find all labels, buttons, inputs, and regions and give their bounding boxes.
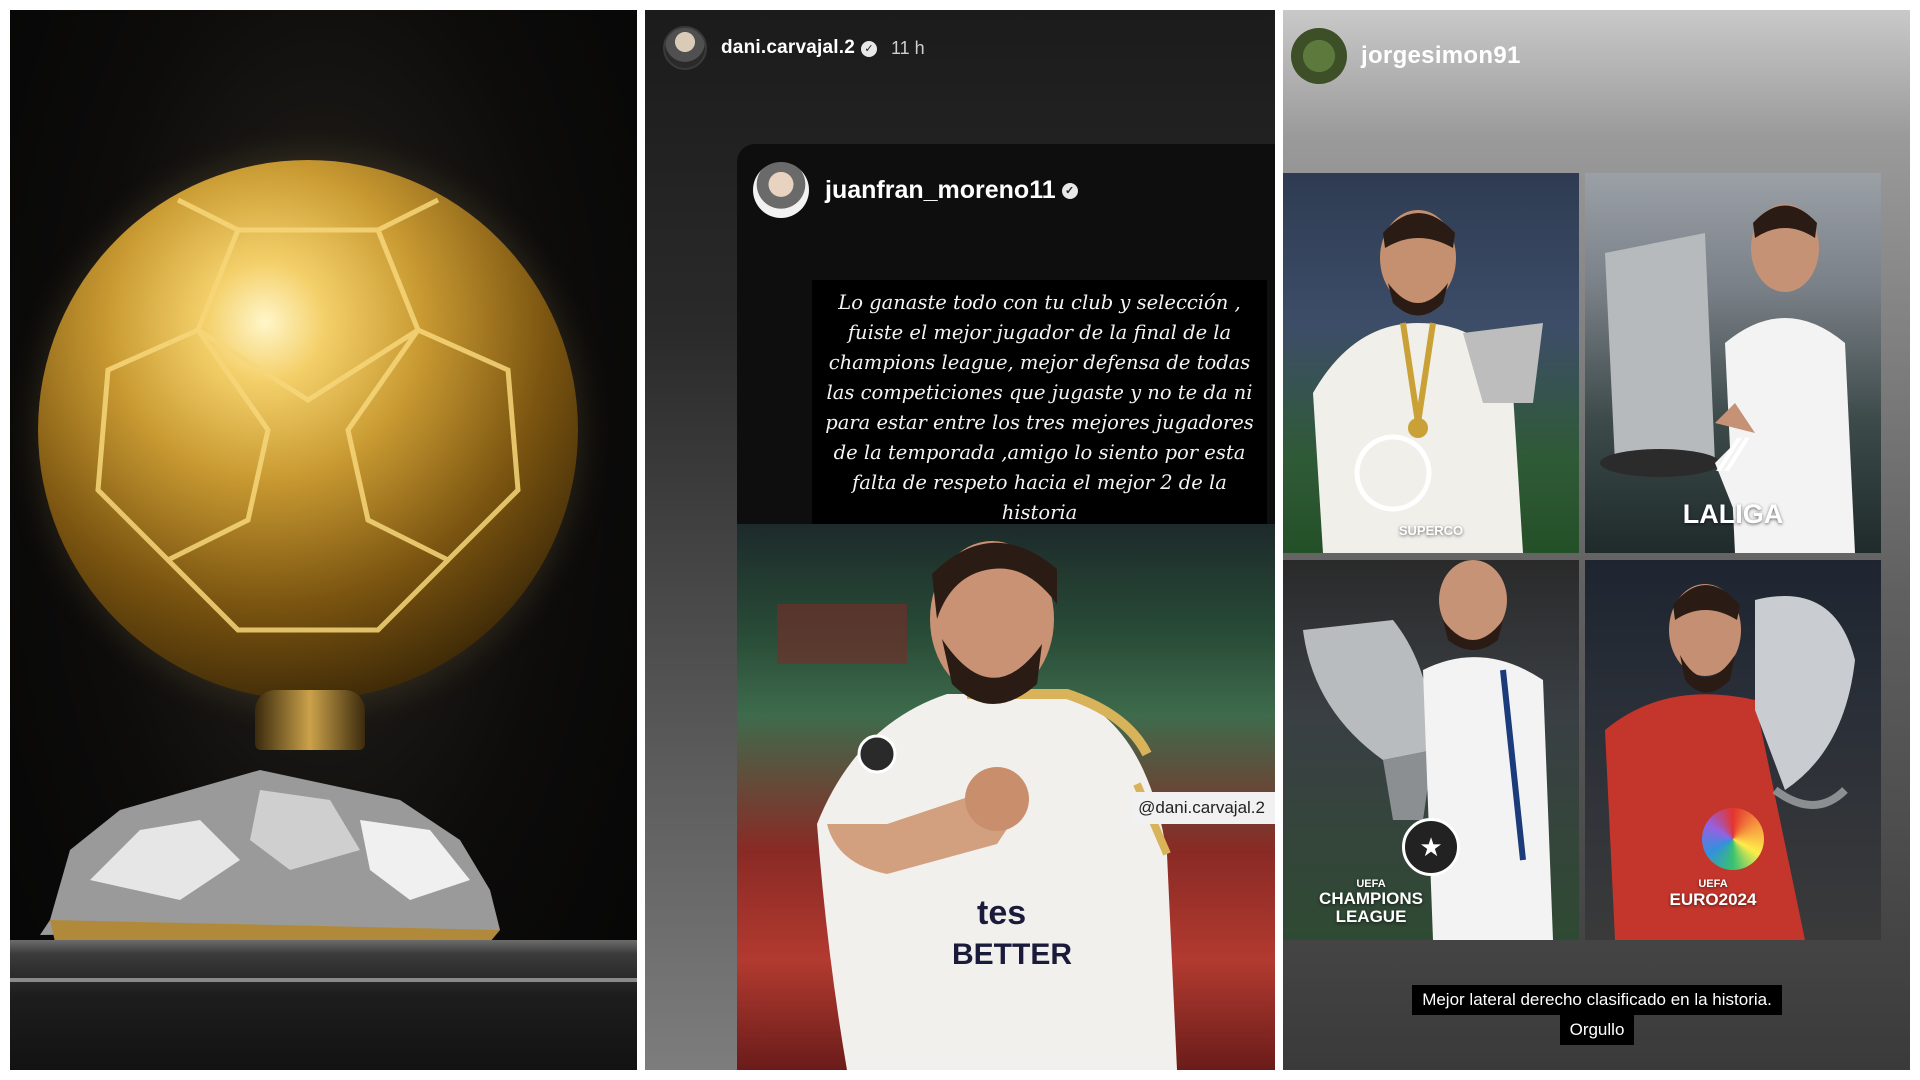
avatar[interactable] xyxy=(753,162,809,218)
laliga-logo-icon: ⁄⁄ xyxy=(1724,429,1742,482)
verified-icon: ✓ xyxy=(860,40,877,57)
ball-seams xyxy=(95,197,521,633)
display-plinth xyxy=(10,940,637,1070)
quote-text: Lo ganaste todo con tu club y selección … xyxy=(812,280,1267,536)
euro-logo-icon xyxy=(1702,808,1764,870)
tile-label: CHAMPIONS LEAGUE xyxy=(1319,889,1423,926)
caption-line: Orgullo xyxy=(1559,1015,1635,1045)
tile-label: SUPERCO xyxy=(1398,523,1464,538)
verified-icon: ✓ xyxy=(1061,182,1078,199)
tile-laliga: ⁄⁄ LALIGA xyxy=(1585,173,1881,553)
tile-sub: UEFA xyxy=(1698,878,1728,890)
story-username[interactable]: jorgesimon91 xyxy=(1361,42,1521,70)
story-caption: Mejor lateral derecho clasificado en la … xyxy=(1400,985,1794,1045)
tile-champions: ★ UEFA CHAMPIONS LEAGUE xyxy=(1283,560,1579,940)
jersey-text: BETTER xyxy=(952,938,1072,971)
tile-label: EURO2024 xyxy=(1669,890,1757,909)
reshared-post[interactable]: juanfran_moreno11 ✓ Lo ganaste todo con t… xyxy=(737,144,1275,1070)
story-username[interactable]: dani.carvajal.2 xyxy=(721,37,855,58)
trophy-icon xyxy=(1303,620,1433,760)
mention-sticker[interactable]: @dani.carvajal.2 xyxy=(1130,792,1275,824)
jersey-text: tes xyxy=(977,894,1026,932)
silver-base xyxy=(40,770,500,942)
trophy-icon xyxy=(1755,596,1855,790)
story-header: dani.carvajal.2 ✓ 11 h xyxy=(663,24,925,72)
trophy-icon xyxy=(1605,233,1715,463)
reshare-header: juanfran_moreno11 ✓ xyxy=(753,162,1078,218)
avatar[interactable] xyxy=(663,26,707,70)
avatar[interactable] xyxy=(1291,28,1347,84)
champions-badge-icon xyxy=(857,734,897,774)
ballon-dor-photo xyxy=(10,10,637,1070)
story-jorge: jorgesimon91 SUPERCO ⁄⁄ LALIGA ★ UEFA CH… xyxy=(1283,10,1910,1070)
reshare-username[interactable]: juanfran_moreno11 ✓ xyxy=(825,176,1078,205)
story-time: 11 h xyxy=(890,37,925,58)
tile-supercopa: SUPERCO xyxy=(1283,173,1579,553)
tile-label: LALIGA xyxy=(1682,499,1784,529)
player-with-trophy xyxy=(1600,204,1855,553)
story-dani: dani.carvajal.2 ✓ 11 h juanfran_moreno11 ✓… xyxy=(645,10,1275,1070)
caption-line: Mejor lateral derecho clasificado en la … xyxy=(1412,985,1782,1015)
player-celebrating xyxy=(1313,210,1543,553)
story-header: jorgesimon91 xyxy=(1291,28,1521,84)
tile-euro: UEFA EURO2024 xyxy=(1585,560,1881,940)
champions-logo-icon: ★ xyxy=(1402,818,1460,876)
